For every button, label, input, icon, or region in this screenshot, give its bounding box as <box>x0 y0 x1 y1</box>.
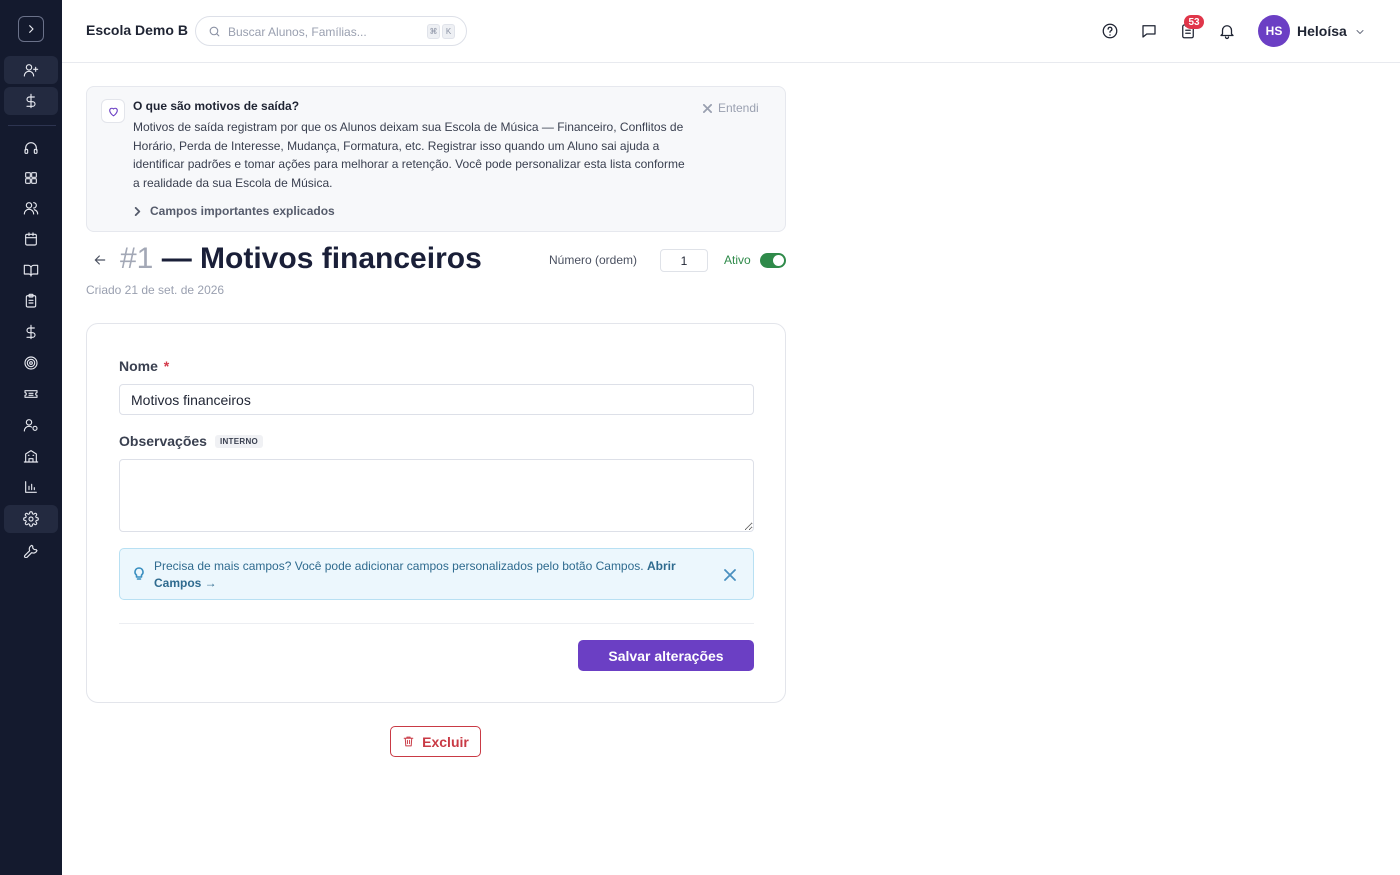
user-plus-icon <box>23 64 39 77</box>
sidebar-item-students[interactable] <box>4 194 58 222</box>
sidebar-item-lessons[interactable] <box>4 256 58 284</box>
top-header: Escola Demo B ⌘ K <box>62 0 1400 63</box>
info-card-icon <box>101 99 125 123</box>
sidebar-item-reports[interactable] <box>4 473 58 501</box>
info-dismiss-button[interactable]: Entendi <box>703 101 759 115</box>
user-name[interactable]: Heloísa <box>1297 23 1347 39</box>
school-name: Escola Demo B <box>86 22 188 38</box>
active-label: Ativo <box>724 253 751 267</box>
book-icon <box>23 264 39 277</box>
user-menu-toggle[interactable] <box>1354 25 1366 37</box>
headset-icon <box>24 142 38 154</box>
fields-explained-toggle[interactable]: Campos importantes explicados <box>133 204 335 218</box>
chevron-down-icon <box>1356 30 1364 34</box>
close-icon <box>703 103 712 113</box>
name-label: Nome * <box>119 358 169 374</box>
sidebar-item-billing[interactable] <box>4 318 58 346</box>
sidebar-item-dashboard[interactable] <box>4 164 58 192</box>
clipboard-icon <box>25 293 37 308</box>
message-square-icon <box>1142 25 1156 38</box>
shortcut-key-cmd: ⌘ <box>427 24 440 39</box>
name-field[interactable] <box>119 384 754 415</box>
target-icon <box>24 356 38 370</box>
search-box[interactable]: ⌘ K <box>195 16 467 46</box>
obs-label: Observações INTERNO <box>119 433 264 449</box>
back-button[interactable] <box>92 252 110 270</box>
name-label-text: Nome <box>119 358 158 374</box>
sidebar-item-attendance[interactable] <box>4 287 58 315</box>
trash-icon <box>403 736 414 747</box>
fields-explained-label: Campos importantes explicados <box>150 204 335 218</box>
tip-close-button[interactable] <box>724 568 738 582</box>
page-title: #1 — Motivos financeiros <box>120 242 482 276</box>
heart-icon <box>108 107 118 116</box>
tasks-count-badge: 53 <box>1184 15 1204 29</box>
lightbulb-icon <box>133 567 145 581</box>
obs-label-text: Observações <box>119 433 207 449</box>
sidebar-toggle-button[interactable] <box>18 16 44 42</box>
delete-button[interactable]: Excluir <box>390 726 481 757</box>
record-number: #1 <box>120 242 154 275</box>
required-marker: * <box>163 358 170 374</box>
search-input[interactable] <box>228 23 418 41</box>
active-toggle[interactable] <box>760 253 786 268</box>
notifications-button[interactable] <box>1217 21 1237 41</box>
chevron-right-icon <box>29 25 34 33</box>
user-avatar[interactable]: HS <box>1258 15 1290 47</box>
wrench-icon <box>24 544 38 558</box>
tip-message: Precisa de mais campos? Você pode adicio… <box>154 559 647 573</box>
custom-fields-tip: Precisa de mais campos? Você pode adicio… <box>119 548 754 600</box>
internal-badge: INTERNO <box>214 435 264 448</box>
sidebar-item-settings[interactable] <box>4 505 58 533</box>
chevron-right-icon <box>134 206 141 216</box>
order-label: Número (ordem) <box>549 253 638 267</box>
help-button[interactable] <box>1100 21 1120 41</box>
shortcut-key-k: K <box>442 24 455 39</box>
sidebar-divider <box>8 125 56 126</box>
user-settings-icon <box>23 419 38 432</box>
sidebar-item-staff[interactable] <box>4 411 58 439</box>
created-date: Criado 21 de set. de 2026 <box>86 283 225 297</box>
sidebar-item-support[interactable] <box>4 134 58 162</box>
settings-icon <box>23 511 39 527</box>
sidebar-item-school[interactable] <box>4 442 58 470</box>
search-icon <box>209 26 220 37</box>
info-card: O que são motivos de saída? Motivos de s… <box>86 86 786 232</box>
close-icon <box>724 569 736 581</box>
info-card-title: O que são motivos de saída? <box>133 99 300 113</box>
order-input[interactable] <box>660 249 708 272</box>
form-divider <box>119 623 754 624</box>
delete-label: Excluir <box>422 733 469 750</box>
record-title: — Motivos financeiros <box>153 242 482 275</box>
info-dismiss-label: Entendi <box>718 101 759 115</box>
save-button[interactable]: Salvar alterações <box>578 640 754 671</box>
sidebar-item-tickets[interactable] <box>4 380 58 408</box>
building-icon <box>23 450 39 463</box>
ticket-icon <box>24 390 38 398</box>
observations-field[interactable] <box>119 459 754 532</box>
sidebar-item-goals[interactable] <box>4 349 58 377</box>
form-card: Nome * Observações INTERNO Precisa de mai… <box>86 323 786 703</box>
dashboard-icon <box>25 172 37 184</box>
sidebar-item-add-student[interactable] <box>4 56 58 84</box>
help-circle-icon <box>1102 23 1118 39</box>
tip-text: Precisa de mais campos? Você pode adicio… <box>154 558 714 592</box>
sidebar-item-calendar[interactable] <box>4 225 58 253</box>
sidebar-item-quick-payment[interactable] <box>4 87 58 115</box>
bar-chart-icon <box>25 481 37 493</box>
calendar-icon <box>25 232 37 246</box>
sidebar <box>0 0 62 875</box>
users-icon <box>23 202 39 215</box>
sidebar-item-tools[interactable] <box>4 536 58 564</box>
arrow-left-icon <box>94 255 106 265</box>
dollar-icon <box>26 324 36 340</box>
messages-button[interactable] <box>1139 21 1159 41</box>
dollar-icon <box>26 93 36 109</box>
info-card-body: Motivos de saída registram por que os Al… <box>133 120 685 190</box>
bell-icon <box>1220 25 1234 40</box>
